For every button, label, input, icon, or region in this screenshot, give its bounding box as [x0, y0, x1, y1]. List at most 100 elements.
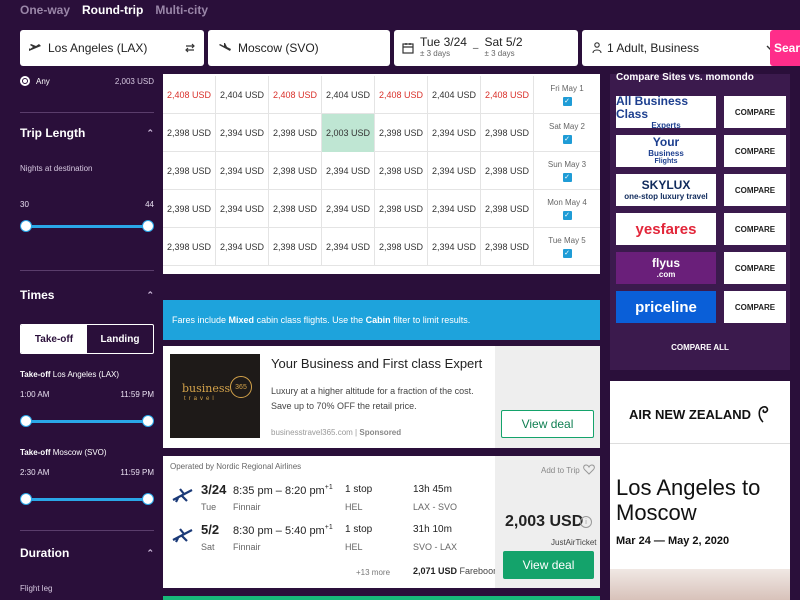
return-date[interactable]: Sat 5/2 ± 3 days: [484, 36, 522, 60]
matrix-cell[interactable]: 2,398 USD: [375, 114, 428, 152]
matrix-cell[interactable]: 2,394 USD: [216, 228, 269, 266]
trip-length-slider[interactable]: [20, 220, 154, 232]
matrix-cell[interactable]: 2,394 USD: [428, 190, 481, 228]
matrix-return-date[interactable]: Mon May 4 ✓: [534, 190, 600, 227]
tab-multi-city[interactable]: Multi-city: [155, 3, 208, 17]
tab-round-trip[interactable]: Round-trip: [82, 3, 143, 17]
next-result-card[interactable]: [163, 596, 600, 600]
matrix-return-date[interactable]: Tue May 5 ✓: [534, 228, 600, 265]
passengers-field[interactable]: 1 Adult, Business: [582, 30, 786, 66]
matrix-cell[interactable]: 2,404 USD: [428, 76, 481, 114]
add-to-trip[interactable]: Add to Trip: [541, 466, 580, 475]
finnair-logo-icon: [172, 488, 193, 503]
ad-view-deal-button[interactable]: View deal: [501, 410, 594, 438]
compare-site-logo[interactable]: priceline: [616, 291, 716, 323]
matrix-cell[interactable]: 2,398 USD: [269, 152, 322, 190]
more-deals-link[interactable]: +13 more: [356, 568, 390, 577]
info-icon[interactable]: i: [580, 516, 592, 528]
matrix-cell[interactable]: 2,394 USD: [428, 152, 481, 190]
matrix-cell[interactable]: 2,398 USD: [481, 152, 534, 190]
times-header[interactable]: Times ⌃: [20, 288, 154, 302]
compare-all-link[interactable]: COMPARE ALL: [610, 343, 790, 352]
dates-field[interactable]: Tue 3/24 ± 3 days – Sat 5/2 ± 3 days: [394, 30, 578, 66]
alt-fare[interactable]: 2,071 USD Fareboom: [413, 566, 501, 576]
matrix-cell[interactable]: 2,408 USD: [163, 76, 216, 114]
leg2-time-slider[interactable]: [20, 493, 154, 505]
any-option[interactable]: Any 2,003 USD: [20, 76, 154, 86]
matrix-cell[interactable]: 2,408 USD: [481, 76, 534, 114]
matrix-cell[interactable]: 2,394 USD: [216, 152, 269, 190]
toggle-landing[interactable]: Landing: [87, 325, 153, 353]
flight-result-card[interactable]: Operated by Nordic Regional Airlines +13…: [163, 456, 600, 588]
matrix-cell[interactable]: 2,398 USD: [163, 152, 216, 190]
view-deal-button[interactable]: View deal: [503, 551, 594, 579]
matrix-cell[interactable]: 2,398 USD: [481, 114, 534, 152]
matrix-cell[interactable]: 2,398 USD: [269, 190, 322, 228]
matrix-cell[interactable]: 2,408 USD: [375, 76, 428, 114]
matrix-cell[interactable]: 2,394 USD: [216, 114, 269, 152]
compare-button[interactable]: COMPARE: [724, 291, 786, 323]
compare-site-logo[interactable]: SKYLUX one-stop luxury travel: [616, 174, 716, 206]
matrix-cell[interactable]: 2,408 USD: [269, 76, 322, 114]
compare-button[interactable]: COMPARE: [724, 96, 786, 128]
compare-site-logo[interactable]: flyus .com: [616, 252, 716, 284]
compare-button[interactable]: COMPARE: [724, 252, 786, 284]
compare-button[interactable]: COMPARE: [724, 135, 786, 167]
matrix-cell[interactable]: 2,404 USD: [322, 76, 375, 114]
matrix-cell[interactable]: 2,394 USD: [322, 228, 375, 266]
depart-date[interactable]: Tue 3/24 ± 3 days: [420, 36, 467, 60]
trip-length-header[interactable]: Trip Length ⌃: [20, 126, 154, 140]
matrix-cell[interactable]: 2,398 USD: [269, 114, 322, 152]
matrix-cell-cheapest[interactable]: 2,003 USD: [322, 114, 375, 152]
tab-one-way[interactable]: One-way: [20, 3, 70, 17]
matrix-cell[interactable]: 2,394 USD: [428, 114, 481, 152]
matrix-cell[interactable]: 2,394 USD: [322, 152, 375, 190]
toggle-takeoff[interactable]: Take-off: [21, 325, 87, 353]
slider-handle-min[interactable]: [20, 493, 32, 505]
checkbox-checked-icon[interactable]: ✓: [562, 134, 572, 144]
origin-field[interactable]: Los Angeles (LAX): [20, 30, 204, 66]
slider-handle-min[interactable]: [20, 415, 32, 427]
compare-button[interactable]: COMPARE: [724, 174, 786, 206]
matrix-cell[interactable]: 2,398 USD: [163, 228, 216, 266]
matrix-cell[interactable]: 2,398 USD: [375, 190, 428, 228]
swap-icon[interactable]: [184, 42, 196, 54]
matrix-cell[interactable]: 2,398 USD: [269, 228, 322, 266]
compare-site-logo[interactable]: Your Business Flights: [616, 135, 716, 167]
radio-selected-icon[interactable]: [20, 76, 30, 86]
slider-handle-max[interactable]: [142, 220, 154, 232]
matrix-cell[interactable]: 2,398 USD: [163, 114, 216, 152]
checkbox-checked-icon[interactable]: ✓: [562, 210, 572, 220]
compare-site-row: SKYLUX one-stop luxury travel COMPARE: [616, 174, 790, 206]
matrix-cell[interactable]: 2,398 USD: [481, 190, 534, 228]
heart-icon[interactable]: [583, 464, 595, 475]
ad-source: businesstravel365.com | Sponsored: [271, 428, 402, 437]
duration-header[interactable]: Duration ⌃: [20, 546, 154, 560]
matrix-cell[interactable]: 2,394 USD: [216, 190, 269, 228]
matrix-return-date[interactable]: Sun May 3 ✓: [534, 152, 600, 189]
compare-button[interactable]: COMPARE: [724, 213, 786, 245]
slider-handle-max[interactable]: [142, 493, 154, 505]
matrix-cell[interactable]: 2,394 USD: [322, 190, 375, 228]
ad-title[interactable]: Your Business and First class Expert: [271, 356, 482, 371]
search-button[interactable]: Search: [770, 30, 800, 66]
checkbox-checked-icon[interactable]: ✓: [562, 248, 572, 258]
matrix-cell[interactable]: 2,404 USD: [216, 76, 269, 114]
matrix-cell[interactable]: 2,398 USD: [375, 228, 428, 266]
matrix-return-date[interactable]: Fri May 1 ✓: [534, 76, 600, 113]
matrix-cell[interactable]: 2,398 USD: [163, 190, 216, 228]
compare-site-logo[interactable]: All Business Class Experts: [616, 94, 716, 130]
slider-handle-max[interactable]: [142, 415, 154, 427]
checkbox-checked-icon[interactable]: ✓: [562, 172, 572, 182]
air-new-zealand-ad[interactable]: AIR NEW ZEALAND Los Angeles to Moscow Ma…: [610, 381, 790, 600]
sponsored-ad-card[interactable]: business travel 365 Your Business and Fi…: [163, 346, 600, 448]
destination-field[interactable]: Moscow (SVO): [208, 30, 390, 66]
matrix-cell[interactable]: 2,394 USD: [428, 228, 481, 266]
slider-handle-min[interactable]: [20, 220, 32, 232]
matrix-cell[interactable]: 2,398 USD: [481, 228, 534, 266]
matrix-cell[interactable]: 2,398 USD: [375, 152, 428, 190]
leg1-time-slider[interactable]: [20, 415, 154, 427]
compare-site-logo[interactable]: yesfares: [616, 213, 716, 245]
matrix-return-date[interactable]: Sat May 2 ✓: [534, 114, 600, 151]
checkbox-checked-icon[interactable]: ✓: [562, 96, 572, 106]
